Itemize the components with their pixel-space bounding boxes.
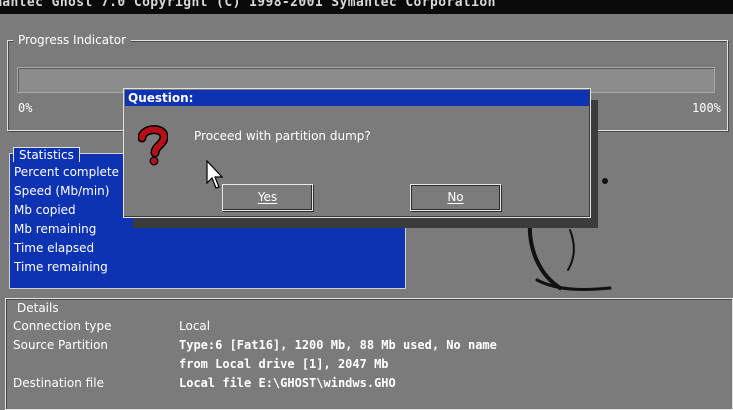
progress-start-label: 0% <box>18 101 33 115</box>
app-title-bar: mantec Ghost 7.0 Copyright (C) 1998-2001… <box>0 0 733 14</box>
destination-file-label: Destination file <box>13 376 104 390</box>
dialog-title: Question: <box>125 90 589 106</box>
connection-type-value: Local <box>179 319 211 333</box>
source-partition-value-line1: Type:6 [Fat16], 1200 Mb, 88 Mb used, No … <box>179 338 497 352</box>
mouse-cursor-icon <box>206 160 224 189</box>
progress-end-label: 100% <box>692 101 721 115</box>
stat-mb-copied: Mb copied <box>14 203 76 217</box>
stat-speed: Speed (Mb/min) <box>14 184 110 198</box>
stat-mb-remaining: Mb remaining <box>14 222 97 236</box>
no-button-label: No <box>447 190 464 204</box>
statistics-group-label: Statistics <box>13 147 80 162</box>
yes-button[interactable]: Yes <box>222 184 313 211</box>
connection-type-label: Connection type <box>13 319 112 333</box>
stat-percent-complete: Percent complete <box>14 165 120 179</box>
yes-button-label: Yes <box>257 190 278 204</box>
source-partition-label: Source Partition <box>13 338 109 352</box>
progress-group-label: Progress Indicator <box>13 33 132 47</box>
details-group-label: Details <box>12 301 64 315</box>
source-partition-value-line2: from Local drive [1], 2047 Mb <box>179 357 389 371</box>
question-mark-icon <box>138 125 168 166</box>
app-title: mantec Ghost 7.0 Copyright (C) 1998-2001… <box>0 0 496 10</box>
question-dialog: Question: Proceed with partition dump? Y… <box>123 88 591 218</box>
destination-file-value: Local file E:\GHOST\windws.GHO <box>179 376 396 390</box>
stat-time-elapsed: Time elapsed <box>14 241 95 255</box>
dialog-message: Proceed with partition dump? <box>194 129 371 143</box>
details-group <box>5 298 733 410</box>
no-button[interactable]: No <box>410 184 501 211</box>
stat-time-remaining: Time remaining <box>14 260 108 274</box>
